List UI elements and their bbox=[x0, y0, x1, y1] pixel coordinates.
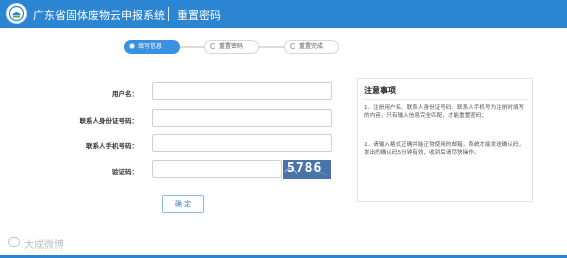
submit-button[interactable]: 确 定 bbox=[162, 195, 204, 213]
captcha-label: 验证码： bbox=[112, 168, 138, 176]
notice-title: 注意事项 bbox=[364, 86, 396, 95]
notice-item-1: 1．注册用户名、联系人身份证号码、联系人手机号为注册时填写的内容，只有输入信息完… bbox=[364, 105, 525, 119]
step-label: 重置完成 bbox=[299, 43, 324, 50]
step-label: 填写信息 bbox=[138, 43, 163, 50]
captcha-text: 5786 bbox=[287, 161, 323, 176]
step-reset-password: 重置密码 bbox=[204, 40, 259, 54]
notice-item-2: 2．请输入格式正确并能正常使用的邮箱，系统才能发送确认码，发出的确认码5分钟有效… bbox=[364, 142, 525, 156]
step-fill-info: 填写信息 bbox=[124, 40, 180, 54]
phone-label: 联系人手机号码： bbox=[86, 142, 138, 150]
id-number-label: 联系人身份证号码： bbox=[79, 117, 139, 125]
watermark-icon bbox=[8, 237, 20, 247]
app-title: 广东省固体废物云申报系统 bbox=[33, 9, 165, 22]
notice-panel: 注意事项 1．注册用户名、联系人身份证号码、联系人手机号为注册时填写的内容，只有… bbox=[357, 78, 533, 202]
captcha-input[interactable] bbox=[152, 160, 282, 178]
id-number-input[interactable] bbox=[152, 109, 332, 127]
emblem-icon bbox=[6, 3, 27, 24]
step-reset-complete: 重置完成 bbox=[284, 40, 339, 54]
step-pending-icon bbox=[290, 43, 296, 49]
captcha-image[interactable]: 5786 bbox=[283, 160, 331, 179]
notice-divider bbox=[364, 99, 528, 100]
page-title: 重置密码 bbox=[177, 9, 221, 22]
username-input[interactable] bbox=[152, 82, 332, 100]
step-active-icon bbox=[129, 43, 135, 49]
phone-input[interactable] bbox=[152, 134, 332, 152]
step-pending-icon bbox=[210, 43, 216, 49]
username-label: 用户名： bbox=[112, 90, 138, 98]
watermark-text: 大成微博 bbox=[24, 240, 64, 251]
step-label: 重置密码 bbox=[219, 43, 244, 50]
title-separator bbox=[168, 7, 169, 21]
header-bar: 广东省固体废物云申报系统 重置密码 bbox=[0, 0, 567, 28]
